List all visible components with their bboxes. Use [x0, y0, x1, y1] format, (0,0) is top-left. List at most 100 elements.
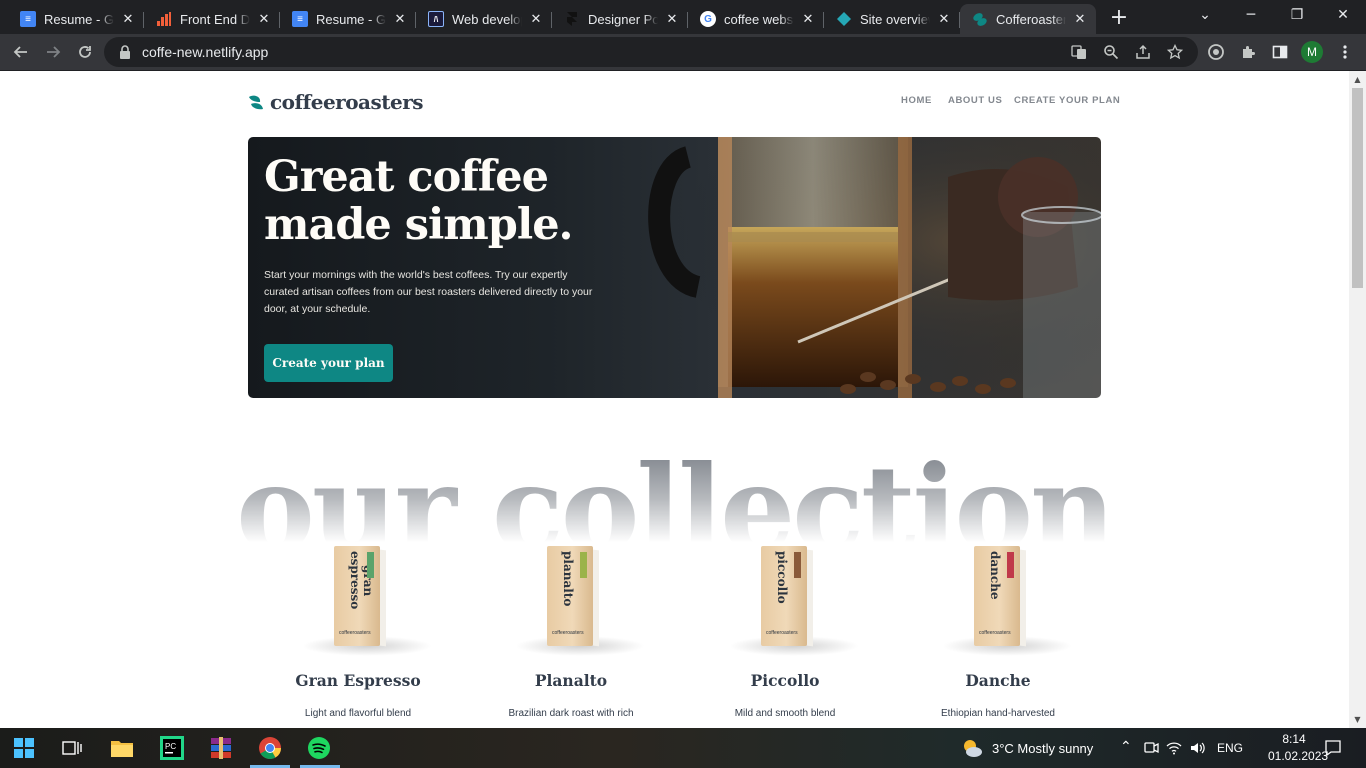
bag-label: danche	[988, 551, 1002, 600]
coffee-bean-icon	[972, 11, 988, 27]
translate-icon[interactable]	[1066, 39, 1092, 65]
tab-web-developer[interactable]: /\ Web develop ✕	[416, 4, 552, 34]
bookmark-star-icon[interactable]	[1162, 39, 1188, 65]
hero-banner: Great coffee made simple. Start your mor…	[248, 137, 1101, 398]
scrollbar-thumb[interactable]	[1352, 88, 1363, 288]
spotify-icon[interactable]	[305, 734, 333, 762]
extensions-puzzle-icon[interactable]	[1235, 39, 1261, 65]
clock-time[interactable]: 8:14	[1268, 732, 1320, 746]
profile-avatar[interactable]: M	[1301, 41, 1323, 63]
bag-brand: coffeeroasters	[766, 630, 798, 636]
windows-start-icon[interactable]	[10, 734, 38, 762]
coffee-bag-image: gran espresso coffeeroasters	[268, 536, 448, 661]
tab-title: Resume - Goo	[44, 11, 114, 27]
close-icon[interactable]: ✕	[1072, 11, 1088, 27]
language-indicator[interactable]: ENG	[1217, 741, 1243, 755]
weather-text[interactable]: 3°C Mostly sunny	[992, 741, 1093, 756]
tab-resume-1[interactable]: ≡ Resume - Goo ✕	[8, 4, 144, 34]
product-name: Danche	[965, 671, 1031, 690]
browser-toolbar: coffe-new.netlify.app M	[0, 34, 1366, 71]
framer-icon	[564, 11, 580, 27]
lock-icon	[120, 45, 130, 59]
tab-coffee-website[interactable]: G coffee websit ✕	[688, 4, 824, 34]
volume-icon[interactable]	[1186, 734, 1208, 762]
close-icon[interactable]: ✕	[800, 11, 816, 27]
close-icon[interactable]: ✕	[392, 11, 408, 27]
nav-about-us[interactable]: ABOUT US	[948, 95, 1002, 106]
coffee-bean-logo-icon	[249, 95, 263, 110]
frontend-mentor-icon	[156, 11, 172, 27]
netlify-icon	[836, 11, 852, 27]
create-plan-button[interactable]: Create your plan	[264, 344, 393, 382]
product-description: Light and flavorful blend	[304, 708, 412, 719]
scroll-down-arrow-icon[interactable]: ▼	[1349, 711, 1366, 728]
coffee-bag-image: piccollo coffeeroasters	[695, 536, 875, 661]
minimize-button[interactable]: ─	[1228, 0, 1274, 30]
hero-description: Start your mornings with the world's bes…	[264, 269, 593, 315]
close-window-button[interactable]: ✕	[1320, 0, 1366, 30]
hero-title: Great coffee made simple.	[264, 152, 574, 250]
close-icon[interactable]: ✕	[120, 11, 136, 27]
task-view-icon[interactable]	[58, 734, 86, 762]
tab-search-button[interactable]: ⌄	[1182, 0, 1228, 30]
scroll-up-arrow-icon[interactable]: ▲	[1349, 71, 1366, 88]
product-card-piccollo[interactable]: piccollo coffeeroasters Piccollo Mild and…	[695, 536, 875, 719]
google-icon: G	[700, 11, 716, 27]
notifications-icon[interactable]	[1320, 734, 1346, 762]
chevron-up-icon[interactable]: ⌃	[1120, 738, 1132, 755]
chrome-icon[interactable]	[256, 734, 284, 762]
reload-icon[interactable]	[72, 39, 98, 65]
tab-site-overview[interactable]: Site overview ✕	[824, 4, 960, 34]
pycharm-icon[interactable]: PC	[158, 734, 186, 762]
collection-heading: our collection	[0, 449, 1349, 559]
product-card-danche[interactable]: danche coffeeroasters Danche Ethiopian ha…	[908, 536, 1088, 719]
nav-create-your-plan[interactable]: CREATE YOUR PLAN	[1014, 95, 1120, 106]
close-icon[interactable]: ✕	[256, 11, 272, 27]
tab-title: Front End Dev	[180, 11, 250, 27]
tab-title: Site overview	[860, 11, 930, 27]
wifi-icon[interactable]	[1163, 734, 1185, 762]
weather-icon[interactable]	[959, 734, 985, 762]
restore-button[interactable]: ❐	[1274, 0, 1320, 30]
tab-designer-portfolio[interactable]: Designer Port ✕	[552, 4, 688, 34]
tab-title: coffee websit	[724, 11, 794, 27]
product-card-gran-espresso[interactable]: gran espresso coffeeroasters Gran Espress…	[268, 536, 448, 719]
winrar-icon[interactable]	[207, 734, 235, 762]
nav-home[interactable]: HOME	[901, 95, 932, 106]
meet-now-icon[interactable]	[1140, 734, 1162, 762]
side-panel-icon[interactable]	[1267, 39, 1293, 65]
bag-brand: coffeeroasters	[552, 630, 584, 636]
web-dev-icon: /\	[428, 11, 444, 27]
new-tab-button[interactable]: +	[1106, 6, 1132, 32]
bag-label: piccollo	[775, 551, 789, 604]
coffee-bag-image: planalto coffeeroasters	[481, 536, 661, 661]
tab-coffeeroasters[interactable]: Cofferoasters ✕	[960, 4, 1096, 34]
close-icon[interactable]: ✕	[664, 11, 680, 27]
site-logo[interactable]: coffeeroasters	[248, 90, 424, 114]
google-docs-icon: ≡	[292, 11, 308, 27]
extension-circle-icon[interactable]	[1203, 39, 1229, 65]
svg-text:PC: PC	[165, 742, 176, 751]
address-bar[interactable]: coffe-new.netlify.app	[104, 37, 1198, 67]
tab-title: Resume - Goo	[316, 11, 386, 27]
tab-title: Designer Port	[588, 11, 658, 27]
file-explorer-icon[interactable]	[108, 734, 136, 762]
forward-icon[interactable]	[40, 39, 66, 65]
chrome-menu-icon[interactable]	[1332, 39, 1358, 65]
clock-date[interactable]: 01.02.2023	[1268, 749, 1328, 763]
share-icon[interactable]	[1130, 39, 1156, 65]
close-icon[interactable]: ✕	[936, 11, 952, 27]
page-scrollbar[interactable]: ▲ ▼	[1349, 71, 1366, 728]
tab-resume-2[interactable]: ≡ Resume - Goo ✕	[280, 4, 416, 34]
coffee-bag-image: danche coffeeroasters	[908, 536, 1088, 661]
product-description: Brazilian dark roast with rich	[508, 708, 634, 719]
windows-taskbar: PC 3°C Mostly sunny ⌃ ENG 8:14 01.02.202…	[0, 728, 1366, 768]
coffeeroasters-page: coffeeroasters HOME ABOUT US CREATE YOUR…	[0, 71, 1349, 728]
product-card-planalto[interactable]: planalto coffeeroasters Planalto Brazilia…	[481, 536, 661, 719]
back-icon[interactable]	[8, 39, 34, 65]
product-name: Planalto	[534, 671, 608, 690]
zoom-icon[interactable]	[1098, 39, 1124, 65]
tab-front-end-dev[interactable]: Front End Dev ✕	[144, 4, 280, 34]
tab-title: Web develop	[452, 11, 522, 27]
close-icon[interactable]: ✕	[528, 11, 544, 27]
